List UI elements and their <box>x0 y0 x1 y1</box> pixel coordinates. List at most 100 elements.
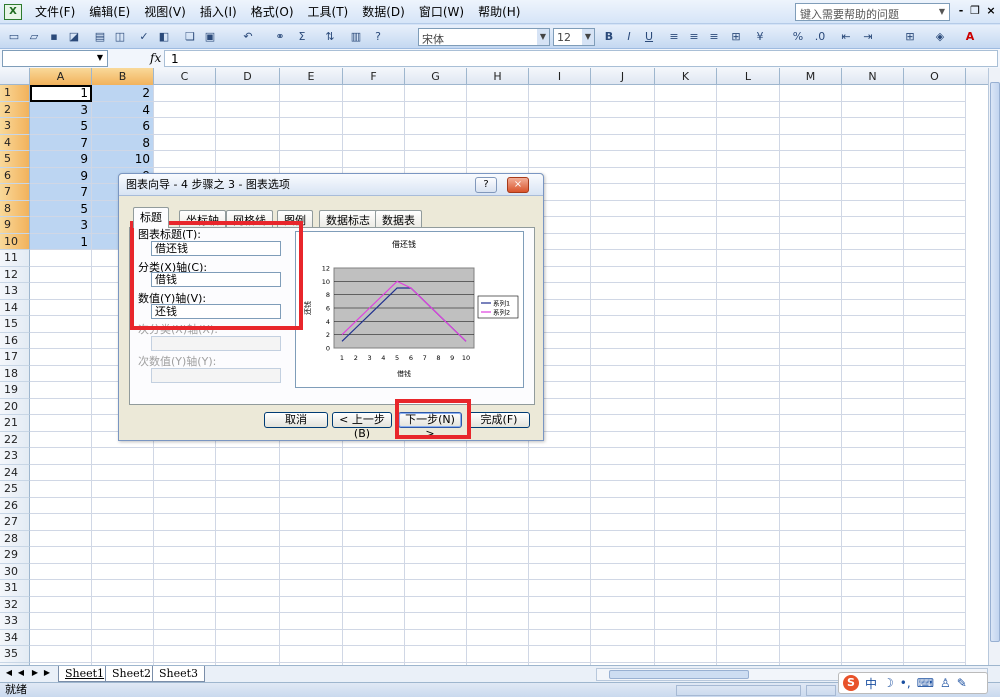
cell-l17[interactable] <box>717 349 780 366</box>
cell-i24[interactable] <box>529 464 591 481</box>
cell-n22[interactable] <box>842 431 904 448</box>
select-all-corner[interactable] <box>0 68 30 85</box>
row-header[interactable]: 16 <box>0 332 30 349</box>
cell-k5[interactable] <box>655 151 717 168</box>
cell-o20[interactable] <box>904 398 966 415</box>
cell-d5[interactable] <box>216 151 280 168</box>
cell-e30[interactable] <box>280 563 343 580</box>
fx-icon[interactable]: fx <box>150 51 161 65</box>
cell-i1[interactable] <box>529 85 591 102</box>
font-name-select[interactable]: 宋体 ▼ <box>418 28 550 46</box>
row-header[interactable]: 4 <box>0 134 30 151</box>
cell-m12[interactable] <box>780 266 842 283</box>
cell-k27[interactable] <box>655 514 717 531</box>
save-icon[interactable]: ▪ <box>46 29 62 45</box>
cell-j29[interactable] <box>591 547 655 564</box>
cell-a24[interactable] <box>30 464 92 481</box>
cell-k8[interactable] <box>655 200 717 217</box>
cell-o24[interactable] <box>904 464 966 481</box>
cell-l21[interactable] <box>717 415 780 432</box>
cell-m8[interactable] <box>780 200 842 217</box>
scroll-thumb[interactable] <box>609 670 749 679</box>
cell-l20[interactable] <box>717 398 780 415</box>
cell-m33[interactable] <box>780 613 842 630</box>
cell-j22[interactable] <box>591 431 655 448</box>
cell-n23[interactable] <box>842 448 904 465</box>
cell-f31[interactable] <box>343 580 405 597</box>
row-header[interactable]: 5 <box>0 151 30 168</box>
cell-m19[interactable] <box>780 382 842 399</box>
cell-k20[interactable] <box>655 398 717 415</box>
cell-o3[interactable] <box>904 118 966 135</box>
cell-e3[interactable] <box>280 118 343 135</box>
prev-sheet-icon[interactable]: ◀ <box>16 668 26 677</box>
cell-m32[interactable] <box>780 596 842 613</box>
cell-k34[interactable] <box>655 629 717 646</box>
print-preview-icon[interactable]: ◫ <box>112 29 128 45</box>
cell-a16[interactable] <box>30 332 92 349</box>
cell-o6[interactable] <box>904 167 966 184</box>
row-header[interactable]: 25 <box>0 481 30 498</box>
cell-f30[interactable] <box>343 563 405 580</box>
cell-a2[interactable]: 3 <box>30 101 92 118</box>
cell-j32[interactable] <box>591 596 655 613</box>
research-icon[interactable]: ◧ <box>156 29 172 45</box>
cell-n12[interactable] <box>842 266 904 283</box>
cell-n9[interactable] <box>842 217 904 234</box>
cell-d2[interactable] <box>216 101 280 118</box>
cell-b25[interactable] <box>92 481 154 498</box>
excel-app-icon[interactable]: X <box>4 3 22 20</box>
cell-d26[interactable] <box>216 497 280 514</box>
cell-e1[interactable] <box>280 85 343 102</box>
cell-e33[interactable] <box>280 613 343 630</box>
cell-j9[interactable] <box>591 217 655 234</box>
cell-j17[interactable] <box>591 349 655 366</box>
cell-g31[interactable] <box>405 580 467 597</box>
cell-m11[interactable] <box>780 250 842 267</box>
cell-m28[interactable] <box>780 530 842 547</box>
cell-d35[interactable] <box>216 646 280 663</box>
cell-h25[interactable] <box>467 481 529 498</box>
cell-o35[interactable] <box>904 646 966 663</box>
help-icon[interactable]: ? <box>370 29 386 45</box>
cell-a21[interactable] <box>30 415 92 432</box>
cell-i28[interactable] <box>529 530 591 547</box>
cell-a33[interactable] <box>30 613 92 630</box>
dialog-close-button[interactable]: × <box>507 177 529 193</box>
cell-d33[interactable] <box>216 613 280 630</box>
font-size-select[interactable]: 12 ▼ <box>553 28 595 46</box>
cell-l6[interactable] <box>717 167 780 184</box>
cell-g29[interactable] <box>405 547 467 564</box>
cell-a29[interactable] <box>30 547 92 564</box>
cell-a28[interactable] <box>30 530 92 547</box>
cell-m23[interactable] <box>780 448 842 465</box>
cell-h35[interactable] <box>467 646 529 663</box>
cell-b3[interactable]: 6 <box>92 118 154 135</box>
menu-window[interactable]: 窗口(W) <box>412 2 471 22</box>
cell-f3[interactable] <box>343 118 405 135</box>
restore-icon[interactable]: ❐ <box>968 4 982 17</box>
cell-o12[interactable] <box>904 266 966 283</box>
cell-a3[interactable]: 5 <box>30 118 92 135</box>
cell-k10[interactable] <box>655 233 717 250</box>
cell-d23[interactable] <box>216 448 280 465</box>
cell-o18[interactable] <box>904 365 966 382</box>
first-sheet-icon[interactable]: ◀ <box>4 668 14 677</box>
cell-n33[interactable] <box>842 613 904 630</box>
menu-edit[interactable]: 编辑(E) <box>82 2 137 22</box>
cell-f29[interactable] <box>343 547 405 564</box>
cell-a17[interactable] <box>30 349 92 366</box>
cell-c25[interactable] <box>154 481 216 498</box>
cell-d25[interactable] <box>216 481 280 498</box>
cell-j5[interactable] <box>591 151 655 168</box>
cell-b1[interactable]: 2 <box>92 85 154 102</box>
cell-k13[interactable] <box>655 283 717 300</box>
row-header[interactable]: 3 <box>0 118 30 135</box>
cell-n19[interactable] <box>842 382 904 399</box>
permission-icon[interactable]: ◪ <box>66 29 82 45</box>
cell-l31[interactable] <box>717 580 780 597</box>
cell-g28[interactable] <box>405 530 467 547</box>
cell-a23[interactable] <box>30 448 92 465</box>
bold-icon[interactable]: B <box>601 29 617 45</box>
cell-o15[interactable] <box>904 316 966 333</box>
